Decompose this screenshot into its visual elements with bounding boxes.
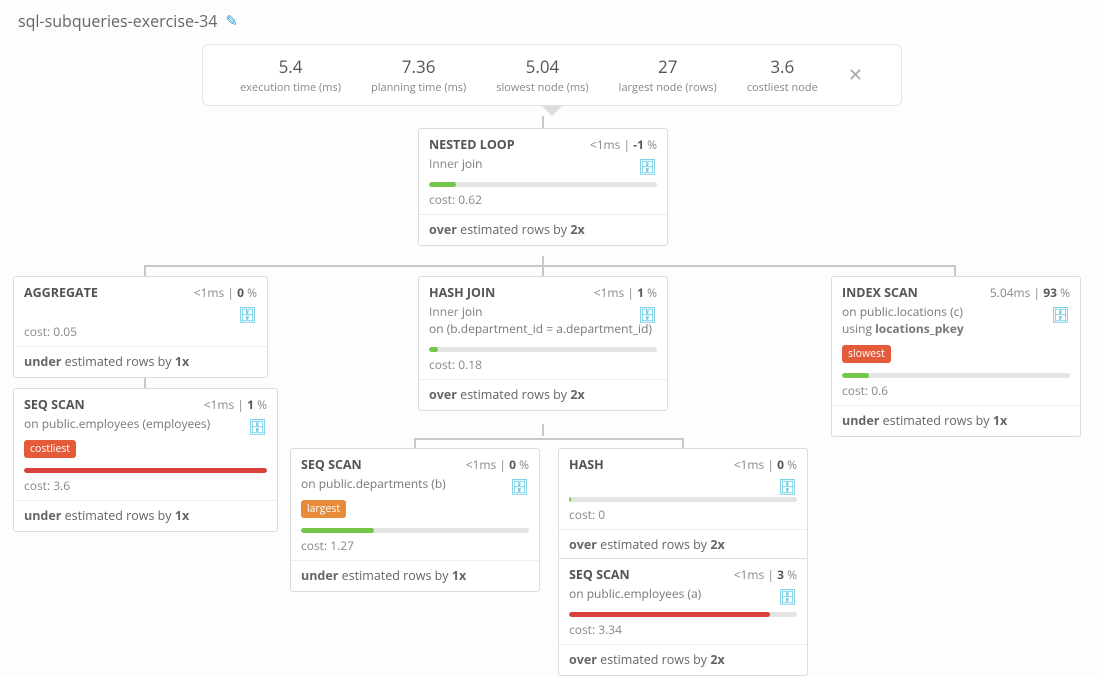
node-timing: 5.04ms | 93 % (990, 284, 1070, 301)
close-icon[interactable]: ✕ (848, 63, 863, 87)
database-icon[interactable]: 🗄 (248, 417, 267, 437)
relation: public.employees (employees) (42, 415, 211, 432)
database-icon[interactable]: 🗄 (510, 477, 529, 497)
node-nested-loop[interactable]: NESTED LOOP <1ms | -1 % Inner join 🗄 cos… (418, 128, 668, 246)
stat-label: execution time (ms) (240, 80, 341, 95)
node-timing: <1ms | 1 % (594, 284, 657, 301)
stat-label: costliest node (747, 80, 818, 95)
node-timing: <1ms | 0 % (734, 456, 797, 473)
node-cost: cost: 0 (559, 504, 807, 529)
node-hash-join[interactable]: HASH JOIN <1ms | 1 % Inner join on (b.de… (418, 276, 668, 411)
badge-slowest: slowest (842, 345, 891, 363)
node-timing: <1ms | 0 % (466, 456, 529, 473)
stat-label: largest node (rows) (619, 80, 717, 95)
relation: public.locations (c) (860, 303, 963, 320)
page-title: sql-subqueries-exercise-34 (18, 10, 217, 32)
node-title: HASH (569, 456, 604, 473)
node-timing: <1ms | 3 % (734, 566, 797, 583)
join-type: Inner (429, 303, 459, 320)
node-title: SEQ SCAN (301, 456, 362, 473)
node-cost: cost: 0.6 (832, 380, 1080, 405)
node-index-scan[interactable]: INDEX SCAN 5.04ms | 93 % on public.locat… (831, 276, 1081, 437)
row-estimate: over estimated rows by 2x (419, 214, 667, 245)
stat-largest-node: 27 largest node (rows) (619, 55, 717, 95)
node-cost: cost: 1.27 (291, 535, 539, 560)
node-title: SEQ SCAN (569, 566, 630, 583)
join-condition: (b.department_id = a.department_id) (447, 320, 652, 337)
node-seq-scan-departments[interactable]: SEQ SCAN <1ms | 0 % on public.department… (290, 448, 540, 592)
node-cost: cost: 0.62 (419, 189, 667, 214)
badge-largest: largest (301, 500, 346, 518)
database-icon[interactable]: 🗄 (778, 587, 797, 607)
database-icon[interactable]: 🗄 (238, 305, 257, 325)
row-estimate: under estimated rows by 1x (14, 500, 277, 531)
stat-value: 27 (619, 55, 717, 78)
stat-value: 5.4 (240, 55, 341, 78)
node-title: NESTED LOOP (429, 136, 515, 153)
badge-costliest: costliest (24, 440, 76, 458)
node-title: SEQ SCAN (24, 396, 85, 413)
chevron-down-icon (542, 106, 562, 116)
node-timing: <1ms | 0 % (194, 284, 257, 301)
stat-value: 7.36 (371, 55, 466, 78)
database-icon[interactable]: 🗄 (1051, 305, 1070, 325)
stats-bar: 5.4 execution time (ms) 7.36 planning ti… (202, 44, 902, 106)
join-type: Inner (429, 155, 459, 172)
node-title: HASH JOIN (429, 284, 495, 301)
database-icon[interactable]: 🗄 (638, 157, 657, 177)
relation: public.departments (b) (319, 475, 446, 492)
node-seq-scan-employees[interactable]: SEQ SCAN <1ms | 1 % on public.employees … (13, 388, 278, 532)
row-estimate: under estimated rows by 1x (832, 405, 1080, 436)
stat-label: slowest node (ms) (496, 80, 588, 95)
database-icon[interactable]: 🗄 (778, 477, 797, 497)
node-timing: <1ms | -1 % (590, 136, 657, 153)
node-cost: cost: 0.05 (14, 321, 267, 346)
node-timing: <1ms | 1 % (204, 396, 267, 413)
node-cost: cost: 3.6 (14, 475, 277, 500)
row-estimate: under estimated rows by 1x (291, 560, 539, 591)
node-seq-scan-employees-a[interactable]: SEQ SCAN <1ms | 3 % on public.employees … (558, 558, 808, 676)
database-icon[interactable]: 🗄 (638, 305, 657, 325)
stat-costliest-node: 3.6 costliest node (747, 55, 818, 95)
row-estimate: over estimated rows by 2x (419, 379, 667, 410)
row-estimate: over estimated rows by 2x (559, 644, 807, 675)
stat-planning-time: 7.36 planning time (ms) (371, 55, 466, 95)
stat-value: 3.6 (747, 55, 818, 78)
index-name: locations_pkey (875, 320, 964, 337)
node-aggregate[interactable]: AGGREGATE <1ms | 0 % 🗄 cost: 0.05 under … (13, 276, 268, 378)
node-hash[interactable]: HASH <1ms | 0 % 🗄 cost: 0 over estimated… (558, 448, 808, 561)
node-cost: cost: 0.18 (419, 354, 667, 379)
node-cost: cost: 3.34 (559, 619, 807, 644)
stat-value: 5.04 (496, 55, 588, 78)
relation: public.employees (a) (587, 585, 702, 602)
stat-label: planning time (ms) (371, 80, 466, 95)
node-title: AGGREGATE (24, 284, 98, 301)
edit-icon[interactable]: ✎ (225, 11, 238, 31)
row-estimate: over estimated rows by 2x (559, 529, 807, 560)
row-estimate: under estimated rows by 1x (14, 346, 267, 377)
stat-slowest-node: 5.04 slowest node (ms) (496, 55, 588, 95)
stat-execution-time: 5.4 execution time (ms) (240, 55, 341, 95)
node-title: INDEX SCAN (842, 284, 918, 301)
